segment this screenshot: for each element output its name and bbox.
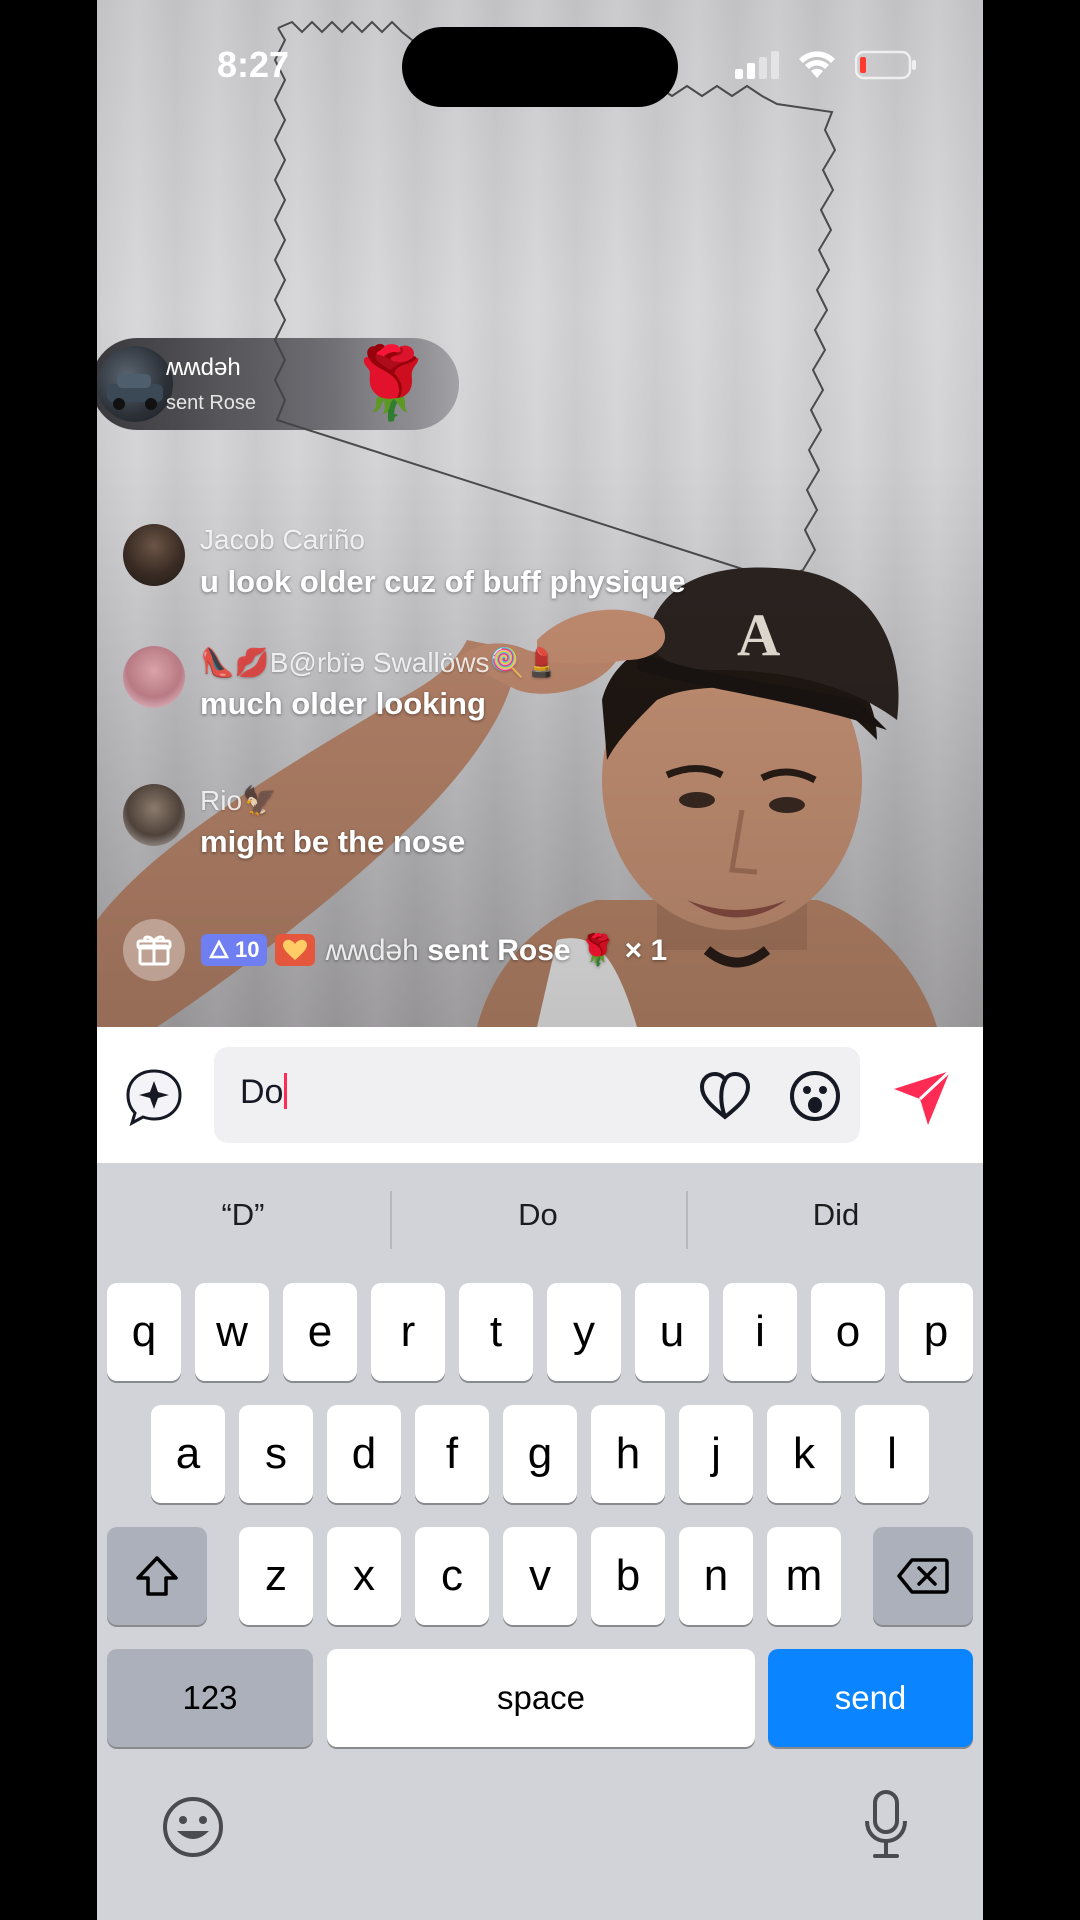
- key-y[interactable]: y: [547, 1283, 621, 1381]
- numbers-key[interactable]: 123: [107, 1649, 313, 1747]
- heart-icon[interactable]: [698, 1069, 752, 1123]
- signal-icon: [735, 51, 779, 79]
- avatar[interactable]: [123, 646, 185, 708]
- system-keyboard: “D” Do Did q w e r t y u i o p a s d f g…: [97, 1163, 983, 1920]
- level-badge: 10: [201, 934, 268, 966]
- level-icon: [209, 940, 229, 959]
- backspace-icon: [897, 1558, 949, 1594]
- key-m[interactable]: m: [767, 1527, 841, 1625]
- send-arrow-icon[interactable]: [892, 1067, 952, 1127]
- wifi-icon: [799, 51, 835, 78]
- comment-text: might be the nose: [200, 824, 466, 859]
- avatar[interactable]: [123, 784, 185, 846]
- gift-event-line: 10 ʍʍdəh sent Rose 🌹 × 1: [123, 919, 667, 981]
- suggestion-divider: [686, 1191, 688, 1249]
- shift-key[interactable]: [107, 1527, 207, 1625]
- sparkle-icon[interactable]: [124, 1067, 184, 1127]
- key-p[interactable]: p: [899, 1283, 973, 1381]
- keyboard-emoji-icon[interactable]: [161, 1795, 225, 1859]
- suggestion-3[interactable]: Did: [691, 1197, 981, 1233]
- phone-screen: A 8:27: [97, 0, 983, 1920]
- key-c[interactable]: c: [415, 1527, 489, 1625]
- comment-input-bar: Do: [97, 1027, 983, 1163]
- comment-input-text[interactable]: Do: [240, 1073, 288, 1112]
- key-z[interactable]: z: [239, 1527, 313, 1625]
- car-photo-icon: [107, 374, 163, 410]
- comment-username[interactable]: Rio🦅: [200, 784, 277, 817]
- comment-username[interactable]: Jacob Cariño: [200, 524, 365, 556]
- space-key[interactable]: space: [327, 1649, 755, 1747]
- key-q[interactable]: q: [107, 1283, 181, 1381]
- rose-gift-icon: 🌹: [347, 344, 435, 422]
- video-shade: [97, 0, 983, 1027]
- comment-input[interactable]: Do: [214, 1047, 860, 1143]
- key-r[interactable]: r: [371, 1283, 445, 1381]
- gift-event-action: sent Rose: [427, 933, 571, 967]
- status-time: 8:27: [217, 44, 290, 85]
- key-h[interactable]: h: [591, 1405, 665, 1503]
- gift-count: × 1: [624, 933, 668, 967]
- gift-action: sent Rose: [166, 392, 257, 414]
- key-t[interactable]: t: [459, 1283, 533, 1381]
- comment-text: much older looking: [200, 686, 486, 721]
- key-e[interactable]: e: [283, 1283, 357, 1381]
- gift-sender-name: ʍʍdəh: [166, 354, 241, 381]
- comment-username[interactable]: 👠💋B@rbïə Swallöws🍭💄: [200, 646, 559, 679]
- fan-badge: [275, 934, 316, 966]
- comment-input-value: Do: [240, 1073, 284, 1111]
- emoji-icon[interactable]: [788, 1069, 842, 1123]
- key-a[interactable]: a: [151, 1405, 225, 1503]
- dynamic-island: [402, 27, 678, 107]
- key-b[interactable]: b: [591, 1527, 665, 1625]
- microphone-icon[interactable]: [863, 1789, 909, 1861]
- key-w[interactable]: w: [195, 1283, 269, 1381]
- key-l[interactable]: l: [855, 1405, 929, 1503]
- backspace-key[interactable]: [873, 1527, 973, 1625]
- key-k[interactable]: k: [767, 1405, 841, 1503]
- key-f[interactable]: f: [415, 1405, 489, 1503]
- rose-small-icon: 🌹: [578, 933, 617, 967]
- gift-event-username[interactable]: ʍʍdəh: [325, 934, 418, 967]
- key-g[interactable]: g: [503, 1405, 577, 1503]
- level-number: 10: [235, 937, 260, 962]
- key-j[interactable]: j: [679, 1405, 753, 1503]
- heart-badge-icon: [283, 939, 308, 960]
- comment-text: u look older cuz of buff physique: [200, 564, 686, 599]
- gift-event-text: ʍʍdəh sent Rose 🌹 × 1: [325, 933, 667, 968]
- gift-sender-avatar[interactable]: [97, 346, 173, 422]
- key-d[interactable]: d: [327, 1405, 401, 1503]
- live-video[interactable]: A 8:27: [97, 0, 983, 1027]
- suggestion-2[interactable]: Do: [393, 1197, 683, 1233]
- battery-icon: [855, 50, 916, 80]
- gift-icon[interactable]: [123, 919, 185, 981]
- predictive-bar: “D” Do Did: [97, 1163, 983, 1283]
- gift-banner[interactable]: ʍʍdəh sent Rose 🌹: [97, 338, 459, 430]
- text-caret: [284, 1073, 288, 1109]
- key-x[interactable]: x: [327, 1527, 401, 1625]
- avatar[interactable]: [123, 524, 185, 586]
- send-key[interactable]: send: [768, 1649, 973, 1747]
- key-u[interactable]: u: [635, 1283, 709, 1381]
- key-i[interactable]: i: [723, 1283, 797, 1381]
- key-s[interactable]: s: [239, 1405, 313, 1503]
- suggestion-1[interactable]: “D”: [98, 1197, 388, 1233]
- suggestion-divider: [390, 1191, 392, 1249]
- key-o[interactable]: o: [811, 1283, 885, 1381]
- key-v[interactable]: v: [503, 1527, 577, 1625]
- key-n[interactable]: n: [679, 1527, 753, 1625]
- shift-icon: [136, 1556, 178, 1596]
- status-icons: [735, 50, 917, 80]
